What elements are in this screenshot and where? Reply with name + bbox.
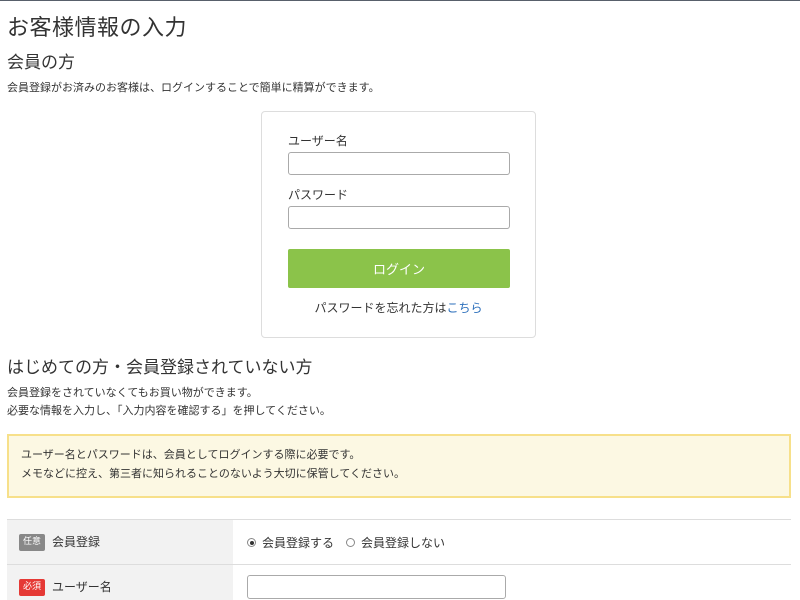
guest-description-line-2: 必要な情報を入力し、「入力内容を確認する」を押してください。 [7, 404, 331, 417]
guest-description-line-1: 会員登録をされていなくてもお買い物ができます。 [7, 386, 258, 399]
password-label: パスワード [288, 188, 349, 202]
member-section-title: 会員の方 [7, 53, 75, 73]
notice-line-1: ユーザー名とパスワードは、会員としてログインする際に必要です。 [21, 448, 361, 461]
radio-no-register[interactable]: 会員登録しない [346, 534, 445, 551]
username-row-label: ユーザー名 [52, 580, 112, 594]
form-row-username: 必須 ユーザー名 [7, 565, 791, 600]
radio-register-label: 会員登録する [262, 536, 335, 550]
radio-register[interactable]: 会員登録する [247, 534, 334, 551]
guest-section-title: はじめての方・会員登録されていない方 [7, 358, 313, 378]
radio-no-register-indicator[interactable] [346, 538, 356, 547]
login-username-input[interactable] [288, 152, 510, 175]
notice-box: ユーザー名とパスワードは、会員としてログインする際に必要です。 メモなどに控え、… [7, 434, 791, 498]
forgot-password-text: パスワードを忘れた方は [314, 301, 447, 315]
forgot-password-link[interactable]: こちら [447, 301, 483, 315]
membership-radio-group: 会員登録する 会員登録しない [247, 534, 457, 551]
form-row-label-cell: 任意 会員登録 [7, 520, 233, 564]
customer-form-table: 任意 会員登録 会員登録する 会員登録しない 必須 ユーザー名 [7, 519, 791, 600]
login-button[interactable]: ログイン [288, 249, 510, 288]
form-row-membership: 任意 会員登録 会員登録する 会員登録しない [7, 520, 791, 565]
radio-register-indicator[interactable] [247, 538, 256, 547]
checkout-customer-info-page: お客様情報の入力 会員の方 会員登録がお済みのお客様は、ログインすることで簡単に… [0, 0, 800, 600]
member-section-description: 会員登録がお済みのお客様は、ログインすることで簡単に精算ができます。 [7, 81, 380, 94]
optional-badge: 任意 [19, 534, 46, 551]
login-box: ユーザー名 パスワード ログイン パスワードを忘れた方はこちら [261, 111, 536, 338]
register-username-input[interactable] [247, 575, 506, 599]
required-badge: 必須 [19, 579, 46, 596]
page-title: お客様情報の入力 [7, 16, 188, 41]
form-row-label-cell: 必須 ユーザー名 [7, 565, 233, 600]
radio-no-register-label: 会員登録しない [361, 536, 446, 550]
forgot-password-line: パスワードを忘れた方はこちら [262, 300, 535, 316]
login-password-input[interactable] [288, 206, 510, 229]
membership-label: 会員登録 [52, 535, 101, 549]
username-label: ユーザー名 [288, 134, 348, 148]
notice-line-2: メモなどに控え、第三者に知られることのないよう大切に保管してください。 [21, 467, 406, 480]
